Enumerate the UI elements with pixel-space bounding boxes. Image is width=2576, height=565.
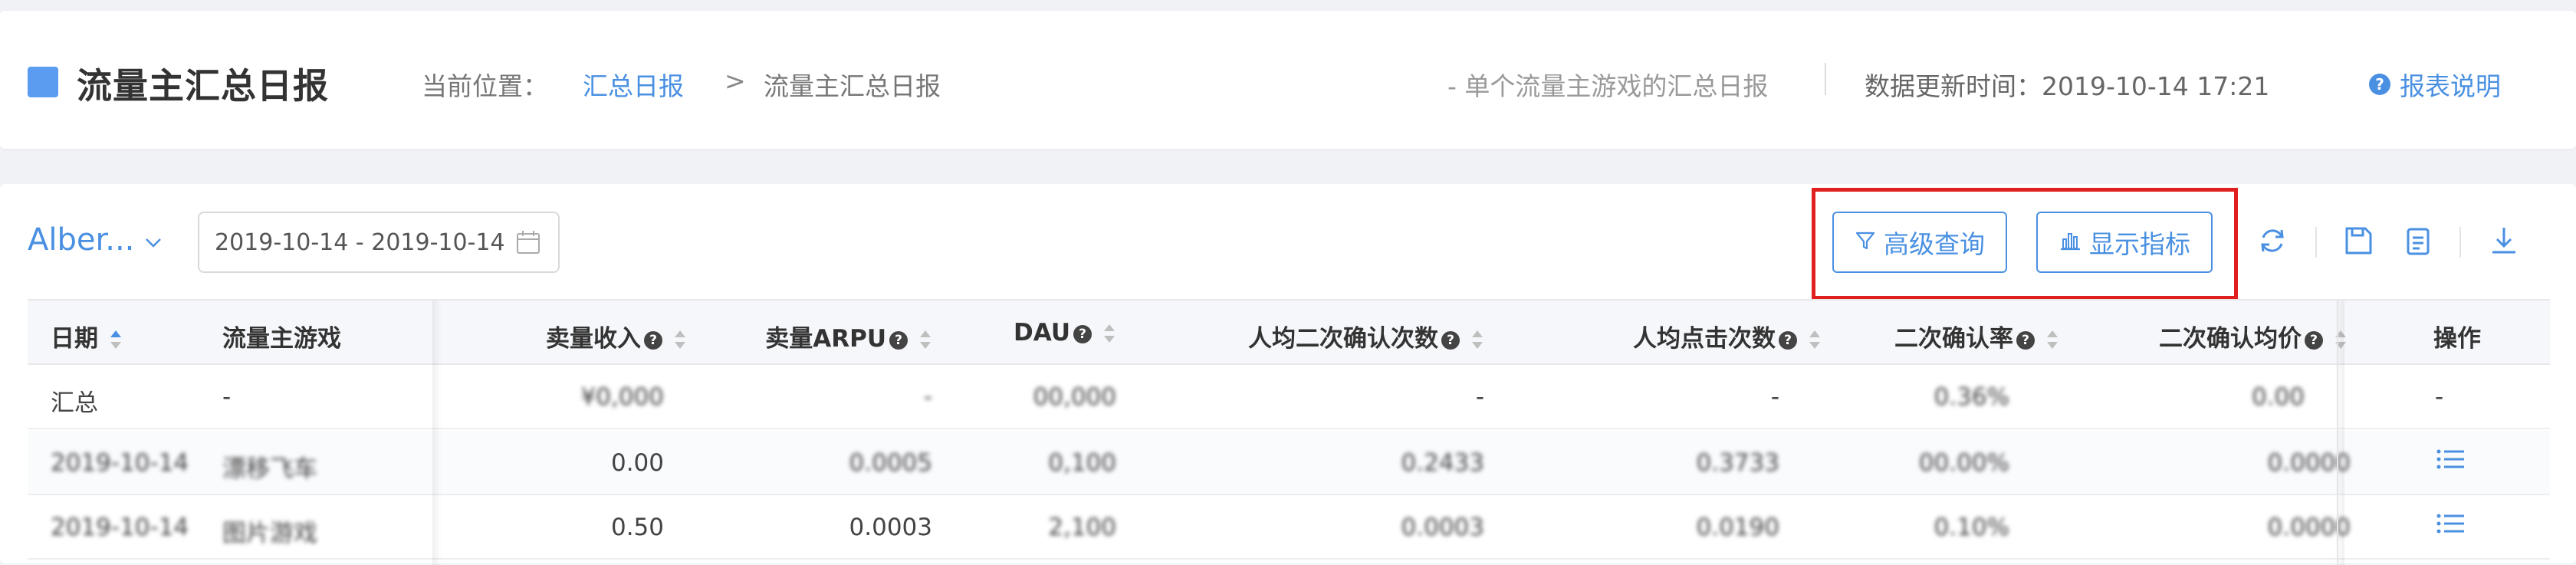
cell-arpu: -: [923, 383, 932, 411]
question-icon: ?: [2305, 330, 2323, 350]
cell-arpu: 0.0003: [849, 514, 932, 541]
header-divider: [1825, 63, 1826, 95]
cell-confirm-count: -: [1475, 383, 1484, 411]
column-header-click-count[interactable]: 人均点击次数?: [1515, 319, 1822, 353]
cell-revenue: ¥0,000: [580, 383, 664, 411]
save-icon[interactable]: [2340, 222, 2377, 259]
cell-confirm-rate: 00.00%: [1918, 449, 2009, 477]
sort-icon[interactable]: [1102, 323, 1116, 346]
column-header-confirm-count[interactable]: 人均二次确认次数?: [1147, 319, 1484, 353]
column-header-actions: 操作: [2433, 325, 2481, 353]
sort-icon[interactable]: [1470, 329, 1484, 352]
report-help-label: 报表说明: [2400, 71, 2501, 101]
column-header-confirm-price[interactable]: 二次确认均价?: [2067, 319, 2348, 353]
sort-icon[interactable]: [2045, 329, 2059, 352]
cell-confirm-price: 0.0000: [2267, 514, 2351, 541]
copy-report-icon[interactable]: [2400, 222, 2436, 259]
cell-game: -: [222, 383, 232, 411]
date-range-picker[interactable]: 2019-10-14 - 2019-10-14: [198, 212, 560, 273]
help-icon: ?: [2369, 74, 2390, 95]
toolbar-divider: [2315, 227, 2317, 258]
sort-icon[interactable]: [1808, 329, 1822, 352]
report-table: 日期 流量主游戏 卖量收入? 卖量ARPU? DAU? 人均二次确认次数? 人均…: [28, 299, 2550, 565]
show-metrics-button[interactable]: 显示指标: [2036, 212, 2213, 273]
cell-game: 图片游戏: [222, 520, 317, 547]
report-help-link[interactable]: ? 报表说明: [2369, 66, 2501, 103]
cell-confirm-price: 0.00: [2251, 383, 2305, 411]
fixed-column-shadow: [432, 301, 442, 565]
project-select[interactable]: Alber...: [28, 222, 162, 258]
question-icon: ?: [889, 330, 908, 350]
cell-date: 2019-10-14: [51, 449, 189, 477]
column-header-dau[interactable]: DAU?: [948, 319, 1116, 347]
cell-confirm-price: 0.0000: [2267, 449, 2351, 477]
cell-click-count: 0.0190: [1696, 514, 1779, 541]
show-metrics-label: 显示指标: [2089, 229, 2190, 259]
question-icon: ?: [1073, 324, 1092, 343]
filter-icon: [1855, 228, 1876, 258]
cell-revenue: 0.50: [610, 514, 664, 541]
column-header-revenue[interactable]: 卖量收入?: [511, 319, 687, 353]
table-row: 汇总 - ¥0,000 - 00,000 - - 0.36% 0.00 -: [28, 365, 2550, 429]
column-header-confirm-rate[interactable]: 二次确认率?: [1822, 319, 2059, 353]
table-header-row: 日期 流量主游戏 卖量收入? 卖量ARPU? DAU? 人均二次确认次数? 人均…: [28, 301, 2550, 365]
column-header-arpu[interactable]: 卖量ARPU?: [702, 319, 932, 353]
detail-list-icon[interactable]: [2436, 448, 2466, 471]
column-header-game: 流量主游戏: [222, 325, 341, 353]
cell-click-count: 0.3733: [1696, 449, 1779, 477]
calendar-icon: [515, 229, 541, 255]
cell-actions: -: [2435, 383, 2444, 411]
download-icon[interactable]: [2486, 222, 2522, 259]
cell-game: 漂移飞车: [222, 455, 317, 483]
cell-dau: 00,000: [1033, 383, 1116, 411]
cell-confirm-count: 0.0003: [1401, 514, 1484, 541]
breadcrumb-separator: >: [724, 66, 746, 96]
column-header-date[interactable]: 日期: [51, 319, 123, 353]
fixed-column-shadow: [2335, 301, 2344, 565]
detail-list-icon[interactable]: [2436, 512, 2466, 535]
refresh-icon[interactable]: [2254, 222, 2291, 259]
page-title: 流量主汇总日报: [77, 65, 329, 107]
question-icon: ?: [1441, 330, 1460, 350]
question-icon: ?: [1779, 330, 1797, 350]
advanced-query-button[interactable]: 高级查询: [1832, 212, 2007, 273]
breadcrumb-current: 流量主汇总日报: [764, 71, 941, 101]
report-description: - 单个流量主游戏的汇总日报: [1447, 71, 1769, 101]
cell-confirm-count: 0.2433: [1401, 449, 1484, 477]
cell-click-count: -: [1770, 383, 1779, 411]
breadcrumb-link-summary[interactable]: 汇总日报: [583, 66, 684, 103]
sort-icon[interactable]: [918, 329, 932, 352]
toolbar-divider: [2459, 227, 2461, 258]
breadcrumb-label: 当前位置：: [422, 71, 548, 101]
cell-confirm-rate: 0.36%: [1934, 383, 2009, 411]
chevron-down-icon: [145, 231, 162, 254]
question-icon: ?: [2016, 330, 2035, 350]
sort-icon[interactable]: [109, 329, 123, 352]
project-select-value: Alber...: [28, 222, 135, 258]
sort-icon[interactable]: [673, 329, 687, 352]
cell-revenue: 0.00: [610, 449, 664, 477]
cell-date: 汇总: [51, 389, 98, 417]
cell-date: 2019-10-14: [51, 514, 189, 541]
title-marker-icon: [28, 67, 58, 97]
bar-chart-icon: [2058, 228, 2082, 258]
cell-confirm-rate: 0.10%: [1934, 514, 2009, 541]
data-updated-time: 数据更新时间：2019-10-14 17:21: [1865, 71, 2270, 101]
cell-dau: 0,100: [1048, 449, 1116, 477]
table-row: 2019-10-14 图片游戏 0.50 0.0003 2,100 0.0003…: [28, 495, 2550, 560]
cell-dau: 2,100: [1048, 514, 1116, 541]
advanced-query-label: 高级查询: [1884, 229, 1985, 259]
date-range-value: 2019-10-14 - 2019-10-14: [215, 228, 505, 256]
cell-arpu: 0.0005: [849, 449, 932, 477]
table-row: 2019-10-14 漂移飞车 0.00 0.0005 0,100 0.2433…: [28, 431, 2550, 495]
question-icon: ?: [644, 330, 662, 350]
